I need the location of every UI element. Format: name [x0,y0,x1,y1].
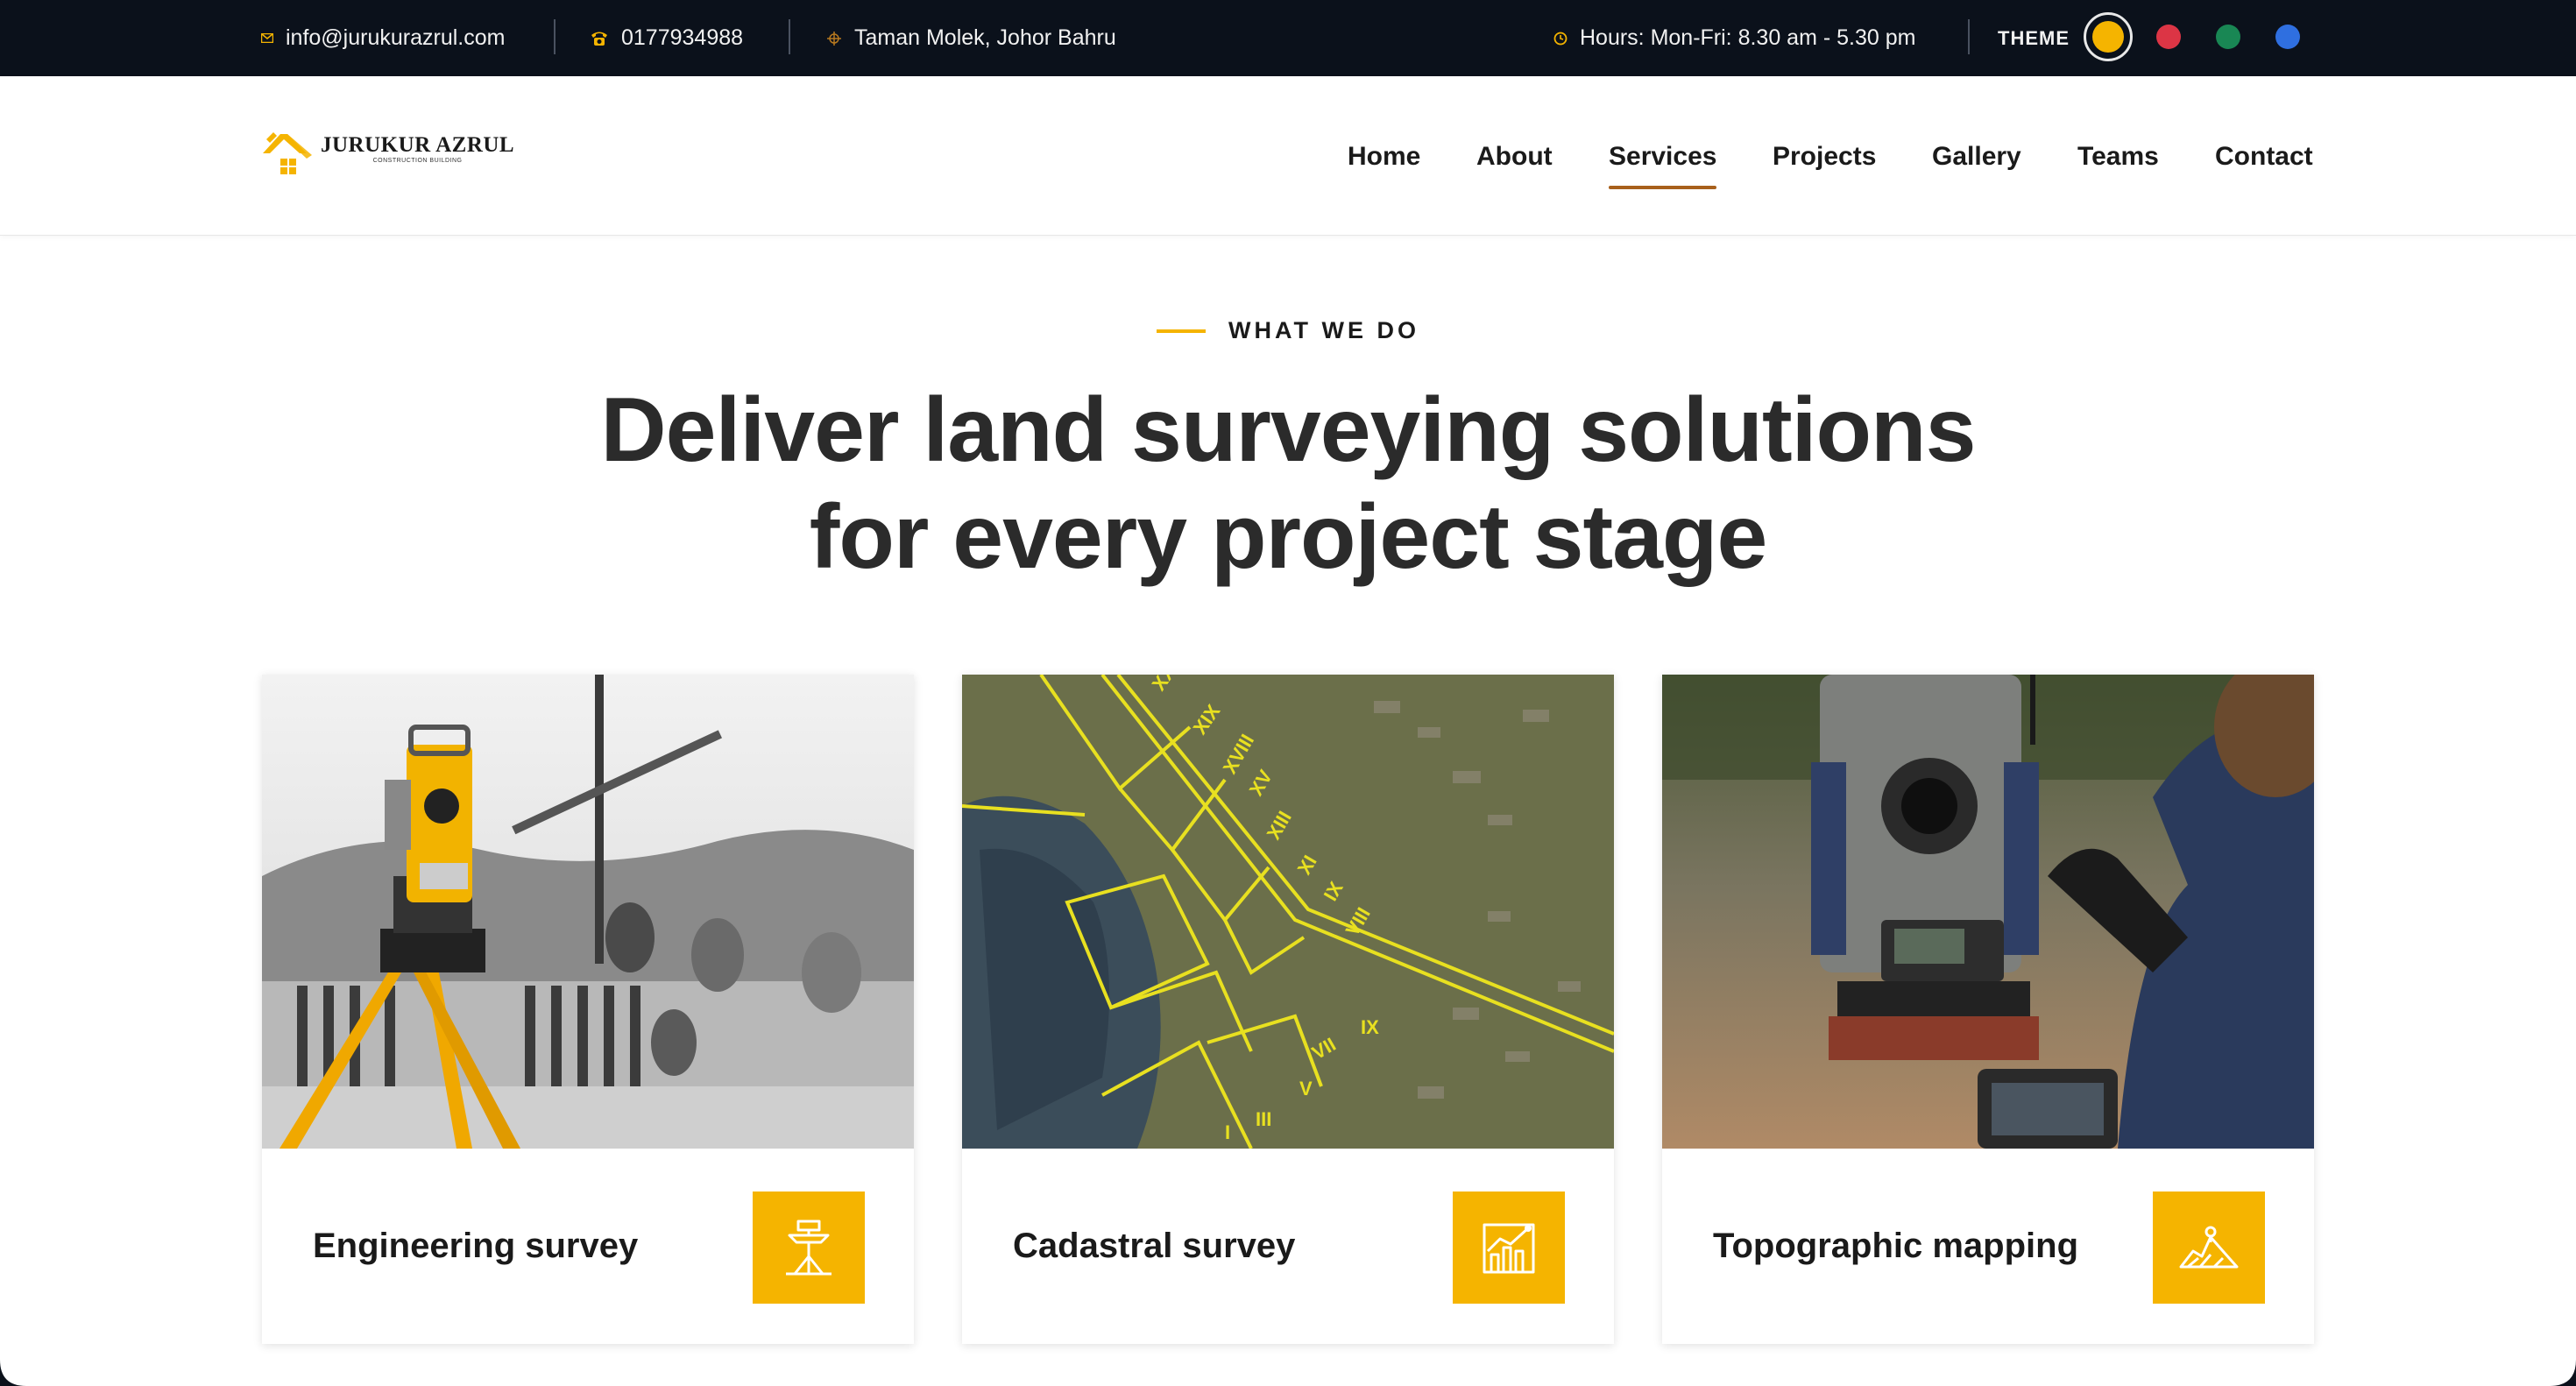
location-icon [826,31,842,46]
phone-text: 0177934988 [621,25,744,50]
brand-tagline: CONSTRUCTION BUILDING [372,158,463,164]
envelope-icon [261,33,273,43]
page-bottom-edge [0,1360,2576,1386]
headline-line-2: for every project stage [809,486,1768,588]
nav-about[interactable]: About [1476,142,1553,172]
parcel-label: IX [1361,1016,1379,1038]
service-title: Cadastral survey [1013,1227,1296,1265]
nav-gallery[interactable]: Gallery [1932,142,2021,172]
terrain-map-icon[interactable] [2153,1192,2265,1304]
service-image-engineering [262,675,914,1149]
service-card-cadastral[interactable]: XX XIX XVIII XV XIII XI IX VIII VII V II… [962,675,1614,1344]
divider [554,19,556,54]
address-text: Taman Molek, Johor Bahru [854,25,1116,50]
service-image-topographic [1662,675,2314,1149]
swatch-dot [2092,21,2124,53]
hours-text: Hours: Mon-Fri: 8.30 am - 5.30 pm [1580,25,1916,50]
service-title: Engineering survey [313,1227,639,1265]
theme-swatch-red[interactable] [2156,25,2181,49]
brand-name: JURUKUR AZRUL [321,133,515,157]
parcel-label: I [1225,1121,1230,1143]
divider [1968,19,1970,54]
top-info-bar: info@jurukurazrul.com 0177934988 Taman M… [0,0,2576,76]
nav-contact[interactable]: Contact [2215,142,2313,172]
parcel-label: V [1299,1078,1313,1100]
business-hours: Hours: Mon-Fri: 8.30 am - 5.30 pm [1553,0,1915,76]
nav-services[interactable]: Services [1609,142,1717,189]
theme-swatch-blue[interactable] [2275,25,2300,49]
phone-contact[interactable]: 0177934988 [590,0,743,76]
service-title: Topographic mapping [1713,1227,2079,1265]
section-eyebrow: WHAT WE DO [0,317,2576,344]
section-headline: Deliver land surveying solutions for eve… [0,377,2576,590]
divider [789,19,790,54]
house-logo-icon [263,132,312,174]
email-contact[interactable]: info@jurukurazrul.com [261,0,505,76]
address-contact: Taman Molek, Johor Bahru [826,0,1116,76]
eyebrow-line [1157,329,1207,333]
theme-label: THEME [1998,26,2070,49]
eyebrow-text: WHAT WE DO [1228,317,1419,343]
service-card-engineering[interactable]: Engineering survey [262,675,914,1344]
nav-home[interactable]: Home [1348,142,1420,172]
site-header: JURUKUR AZRUL CONSTRUCTION BUILDING Home… [0,76,2576,236]
service-card-topographic[interactable]: Topographic mapping [1662,675,2314,1344]
clock-icon [1553,32,1568,46]
theme-swatch-green[interactable] [2216,25,2240,49]
theme-swatch-yellow[interactable] [2084,12,2133,61]
email-text: info@jurukurazrul.com [286,25,506,50]
nav-projects[interactable]: Projects [1773,142,1876,172]
total-station-icon[interactable] [753,1192,865,1304]
headline-line-1: Deliver land surveying solutions [600,379,1977,481]
phone-icon [590,31,609,46]
parcel-label: III [1256,1108,1271,1130]
nav-teams[interactable]: Teams [2077,142,2159,172]
brand-logo[interactable]: JURUKUR AZRUL CONSTRUCTION BUILDING [261,129,514,180]
chart-trend-icon[interactable] [1453,1192,1565,1304]
service-image-cadastral: XX XIX XVIII XV XIII XI IX VIII VII V II… [962,675,1614,1149]
